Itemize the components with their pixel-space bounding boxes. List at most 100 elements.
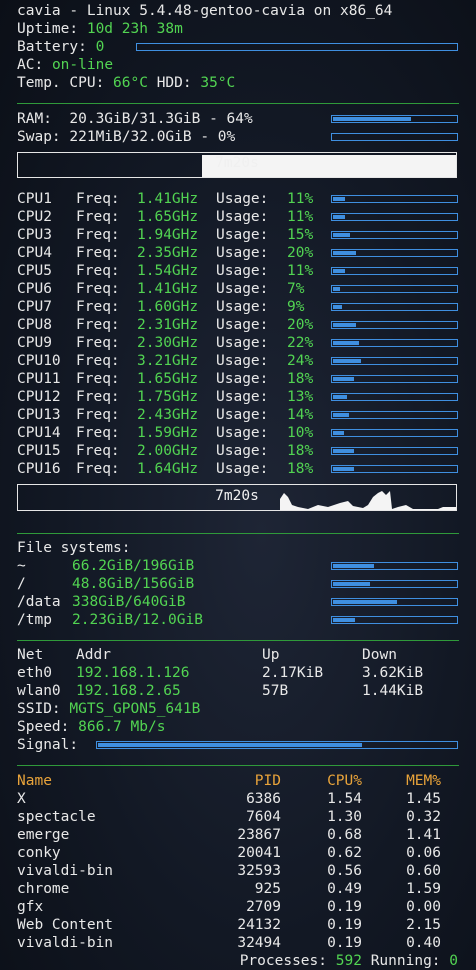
cpu-usage-bar xyxy=(331,447,458,455)
cpu-name: CPU3 xyxy=(17,227,52,243)
signal-bar xyxy=(96,741,458,749)
cpu-name: CPU11 xyxy=(17,371,61,387)
process-name: gfx xyxy=(17,899,44,915)
cpu-freq-label: Freq: xyxy=(76,371,120,387)
cpu-freq-value: 2.31GHz xyxy=(137,317,199,333)
cpu-usage-label: Usage: xyxy=(216,263,269,279)
ac-value: on-line xyxy=(51,57,114,73)
cpu-usage-bar-fill xyxy=(333,449,354,453)
cpu-usage-label: Usage: xyxy=(216,209,269,225)
system-title: cavia - Linux 5.4.48-gentoo-cavia on x86… xyxy=(17,3,393,19)
cpu-freq-value: 1.65GHz xyxy=(137,209,199,225)
signal-bar-fill xyxy=(98,743,363,747)
cpu-name: CPU2 xyxy=(17,209,52,225)
net-interface-name: wlan0 xyxy=(17,683,61,699)
cpu-usage-value: 18% xyxy=(287,461,314,477)
memory-graph: 7m20s xyxy=(17,152,457,178)
process-pid: 24132 xyxy=(237,917,281,933)
net-interface-addr: 192.168.1.126 xyxy=(76,665,190,681)
running-label: Running: xyxy=(370,953,441,969)
cpu-usage-bar-fill xyxy=(333,287,340,291)
uptime-row: Uptime: 10d 23h 38m xyxy=(17,20,183,38)
swap-bar xyxy=(331,133,458,141)
cpu-freq-label: Freq: xyxy=(76,353,120,369)
cpu-usage-bar xyxy=(331,285,458,293)
cpu-freq-value: 2.30GHz xyxy=(137,335,199,351)
cpu-usage-label: Usage: xyxy=(216,407,269,423)
cpu-usage-bar xyxy=(331,393,458,401)
cpu-freq-label: Freq: xyxy=(76,245,120,261)
net-interface-down: 1.44KiB xyxy=(362,683,424,699)
process-cpu: 1.30 xyxy=(327,809,362,825)
process-footer: Processes: 592 Running: 0 xyxy=(240,952,458,970)
temp-hdd-value: 35°C xyxy=(200,75,236,91)
uptime-value: 10d 23h 38m xyxy=(86,21,183,37)
cpu-name: CPU4 xyxy=(17,245,52,261)
cpu-usage-value: 11% xyxy=(287,263,314,279)
cpu-freq-value: 2.35GHz xyxy=(137,245,199,261)
net-header-addr: Addr xyxy=(76,647,111,663)
signal-label: Signal: xyxy=(17,737,79,753)
battery-row: Battery: 0 xyxy=(17,38,104,56)
cpu-name: CPU13 xyxy=(17,407,61,423)
cpu-freq-label: Freq: xyxy=(76,443,120,459)
cpu-usage-label: Usage: xyxy=(216,371,269,387)
fs-mount: / xyxy=(17,576,26,592)
cpu-usage-bar xyxy=(331,303,458,311)
ssid-value: MGTS_GPON5_641B xyxy=(69,701,201,717)
process-name: vivaldi-bin xyxy=(17,863,114,879)
cpu-usage-value: 20% xyxy=(287,245,314,261)
cpu-usage-value: 15% xyxy=(287,227,314,243)
fs-mount: /data xyxy=(17,594,61,610)
swap-value: 221MiB/32.0GiB - 0% xyxy=(69,129,236,145)
ram-bar xyxy=(331,115,458,123)
temp-row: Temp. CPU: 66°C HDD: 35°C xyxy=(17,74,235,92)
filesystems-title: File systems: xyxy=(17,540,131,556)
cpu-name: CPU8 xyxy=(17,317,52,333)
fs-mount: ~ xyxy=(17,558,26,574)
process-cpu: 0.49 xyxy=(327,881,362,897)
net-header-down: Down xyxy=(362,647,397,663)
process-mem: 1.41 xyxy=(406,827,441,843)
cpu-usage-bar-fill xyxy=(333,197,345,201)
speed-value: 866.7 Mb/s xyxy=(78,719,166,735)
cpu-name: CPU7 xyxy=(17,299,52,315)
process-pid: 20041 xyxy=(237,845,281,861)
cpu-usage-label: Usage: xyxy=(216,281,269,297)
battery-label: Battery: xyxy=(17,39,87,55)
cpu-freq-value: 1.64GHz xyxy=(137,461,199,477)
ssid-label: SSID: xyxy=(17,701,61,717)
process-pid: 23867 xyxy=(237,827,281,843)
cpu-usage-label: Usage: xyxy=(216,299,269,315)
process-mem: 2.15 xyxy=(406,917,441,933)
cpu-usage-value: 22% xyxy=(287,335,314,351)
cpu-freq-label: Freq: xyxy=(76,461,120,477)
cpu-usage-bar-fill xyxy=(333,269,345,273)
cpu-usage-bar-fill xyxy=(333,467,354,471)
ram-bar-fill xyxy=(333,117,411,121)
cpu-usage-value: 11% xyxy=(287,191,314,207)
cpu-usage-label: Usage: xyxy=(216,353,269,369)
uptime-label: Uptime: xyxy=(17,21,79,37)
process-pid: 32494 xyxy=(237,935,281,951)
processes-count: 592 xyxy=(335,953,362,969)
process-mem: 1.59 xyxy=(406,881,441,897)
cpu-usage-label: Usage: xyxy=(216,227,269,243)
separator xyxy=(17,103,459,104)
cpu-usage-bar-fill xyxy=(333,431,344,435)
separator xyxy=(17,640,459,641)
cpu-freq-label: Freq: xyxy=(76,227,120,243)
process-mem: 0.40 xyxy=(406,935,441,951)
cpu-usage-bar xyxy=(331,213,458,221)
fs-usage-bar-fill xyxy=(333,600,398,604)
process-cpu: 0.56 xyxy=(327,863,362,879)
process-pid: 2709 xyxy=(246,899,281,915)
cpu-usage-bar-fill xyxy=(333,413,349,417)
speed-label: Speed: xyxy=(17,719,70,735)
cpu-freq-value: 1.60GHz xyxy=(137,299,199,315)
fs-usage-bar-fill xyxy=(333,582,370,586)
cpu-name: CPU12 xyxy=(17,389,61,405)
process-pid: 7604 xyxy=(246,809,281,825)
cpu-freq-label: Freq: xyxy=(76,389,120,405)
temp-hdd-label: HDD: xyxy=(156,75,192,91)
